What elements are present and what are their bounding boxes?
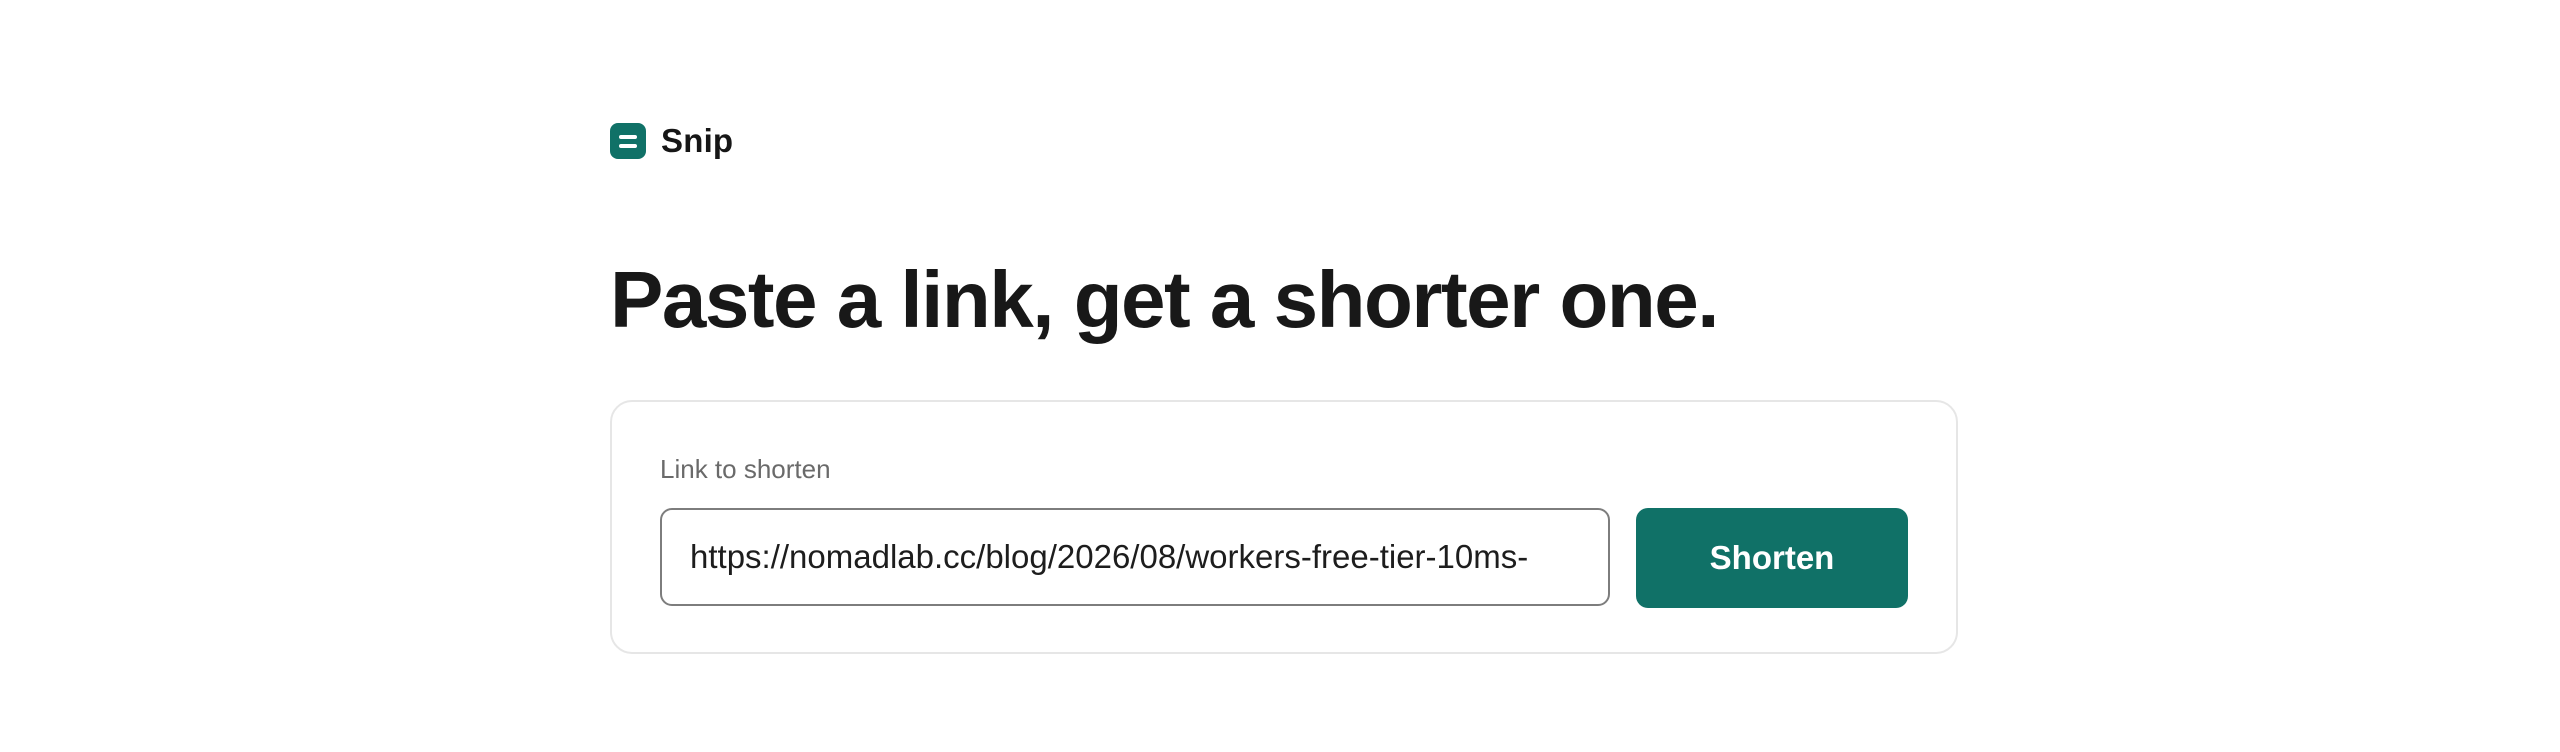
brand-name: Snip xyxy=(661,122,734,159)
list-lines-icon xyxy=(610,123,646,159)
link-input[interactable] xyxy=(660,508,1610,606)
link-field-label: Link to shorten xyxy=(660,454,831,484)
logo-bar-bottom xyxy=(619,143,637,148)
logo-bar-top xyxy=(619,134,637,139)
brand[interactable]: Snip xyxy=(610,122,733,160)
page-title: Paste a link, get a shorter one. xyxy=(610,255,1719,344)
shorten-button[interactable]: Shorten xyxy=(1636,508,1908,608)
shorten-form-card: Link to shorten Shorten xyxy=(610,400,1958,654)
